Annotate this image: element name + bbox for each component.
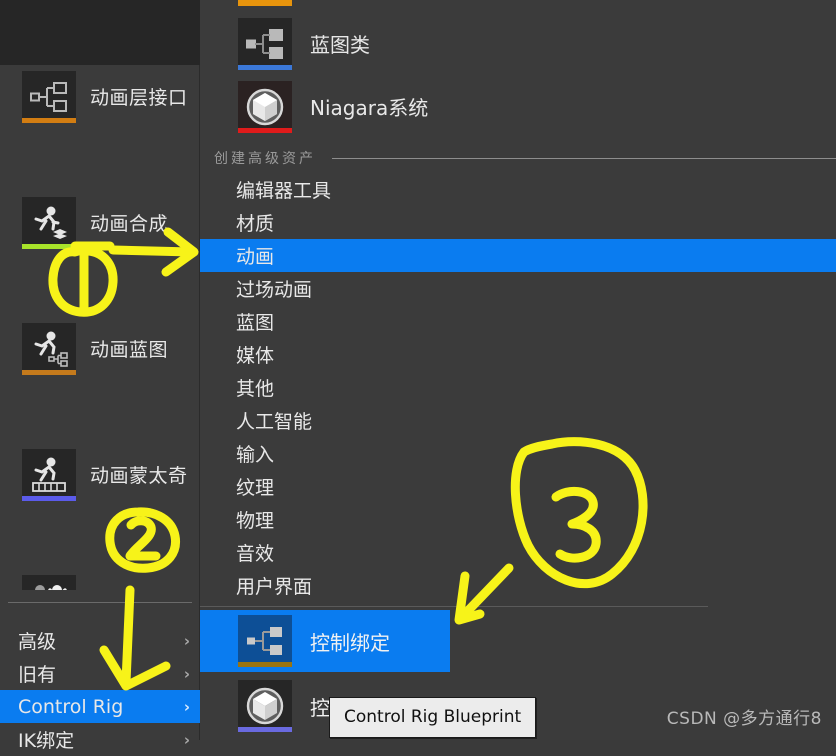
divider bbox=[8, 602, 192, 603]
chevron-right-icon: › bbox=[183, 631, 190, 650]
list-item[interactable]: 蓝图类 bbox=[200, 12, 836, 75]
menu-item-material[interactable]: 材质 bbox=[200, 206, 836, 239]
watermark-text: CSDN @多方通行8 bbox=[666, 709, 822, 729]
list-item-label: 动画层接口 bbox=[90, 87, 188, 109]
menu-item-sounds[interactable]: 音效 bbox=[200, 536, 836, 569]
list-item-label: 动画合成 bbox=[90, 213, 169, 235]
menu-item-label: 人工智能 bbox=[236, 411, 313, 433]
menu-item-media[interactable]: 媒体 bbox=[200, 338, 836, 371]
menu-item-label: 纹理 bbox=[236, 477, 275, 499]
sidebar-item-label: 高级 bbox=[18, 631, 57, 653]
list-item-label: Niagara系统 bbox=[310, 96, 429, 120]
sidebar-item-advanced[interactable]: 高级 › bbox=[0, 624, 200, 657]
menu-item-label: 过场动画 bbox=[236, 279, 313, 301]
sidebar-item-control-rig[interactable]: Control Rig › bbox=[0, 690, 200, 723]
menu-item-label: 物理 bbox=[236, 510, 275, 532]
left-asset-list: 动画层接口 动画合成 动画蓝图 动画蒙太奇 bbox=[0, 65, 200, 590]
menu-item-artificial-intelligence[interactable]: 人工智能 bbox=[200, 404, 836, 437]
menu-item-label: 动画 bbox=[236, 246, 275, 268]
watermark: CSDN @多方通行8 bbox=[667, 704, 822, 729]
menu-item-editor-utilities[interactable]: 编辑器工具 bbox=[200, 173, 836, 206]
menu-item-misc[interactable]: 其他 bbox=[200, 371, 836, 404]
list-item[interactable]: 混合空间 bbox=[0, 569, 200, 590]
screen-root: 动画层接口 动画合成 动画蓝图 动画蒙太奇 高级 › 旧有 › Control … bbox=[0, 0, 836, 752]
chevron-right-icon: › bbox=[183, 664, 190, 683]
menu-item-label: 编辑器工具 bbox=[236, 180, 332, 202]
section-header: 创建高级资产 bbox=[200, 145, 836, 171]
list-item[interactable]: 动画合成 bbox=[0, 191, 200, 254]
section-header-label: 创建高级资产 bbox=[214, 151, 316, 167]
blueprint-node-icon bbox=[238, 615, 292, 667]
partial-asset-color-bar bbox=[238, 0, 292, 6]
menu-item-cinematics[interactable]: 过场动画 bbox=[200, 272, 836, 305]
tooltip-text: Control Rig Blueprint bbox=[344, 707, 522, 727]
menu-item-blueprint[interactable]: 蓝图 bbox=[200, 305, 836, 338]
list-item-label: 控制绑定 bbox=[310, 630, 390, 655]
list-item-control-rig-blueprint[interactable]: 控制绑定 bbox=[200, 610, 450, 672]
left-panel-header-area bbox=[0, 0, 200, 65]
menu-item-input[interactable]: 输入 bbox=[200, 437, 836, 470]
left-submenu-panel: 动画层接口 动画合成 动画蓝图 动画蒙太奇 高级 › 旧有 › Control … bbox=[0, 0, 200, 752]
list-item-label: 蓝图类 bbox=[310, 33, 370, 57]
menu-item-label: 输入 bbox=[236, 444, 275, 466]
menu-item-label: 其他 bbox=[236, 378, 275, 400]
chevron-right-icon: › bbox=[183, 697, 190, 716]
sidebar-item-label: Control Rig bbox=[18, 695, 124, 718]
menu-item-user-interface[interactable]: 用户界面 bbox=[200, 569, 836, 602]
list-item[interactable]: 动画层接口 bbox=[0, 65, 200, 128]
menu-item-textures[interactable]: 纹理 bbox=[200, 470, 836, 503]
sidebar-item-label: 旧有 bbox=[18, 664, 57, 686]
tooltip: Control Rig Blueprint bbox=[329, 697, 537, 738]
cube-sphere-icon bbox=[238, 80, 292, 133]
divider bbox=[332, 157, 836, 159]
menu-item-label: 材质 bbox=[236, 213, 275, 235]
menu-item-label: 音效 bbox=[236, 543, 275, 565]
menu-item-label: 用户界面 bbox=[236, 576, 313, 598]
left-flyout-group: 高级 › 旧有 › Control Rig › IK绑定 › bbox=[0, 590, 200, 752]
list-item-label: 动画蒙太奇 bbox=[90, 465, 188, 487]
menu-item-label: 蓝图 bbox=[236, 312, 275, 334]
sidebar-item-legacy[interactable]: 旧有 › bbox=[0, 657, 200, 690]
menu-item-animation[interactable]: 动画 bbox=[200, 239, 836, 272]
main-context-menu-panel: 蓝图类 Niagara系统 创建高级资产 编辑器工具 材质 动画 过场动画 蓝图… bbox=[200, 0, 836, 740]
menu-item-label: 媒体 bbox=[236, 345, 275, 367]
running-figure-timeline-icon bbox=[22, 448, 76, 501]
main-menu-scroll: 蓝图类 Niagara系统 创建高级资产 编辑器工具 材质 动画 过场动画 蓝图… bbox=[200, 0, 836, 740]
menu-item-physics[interactable]: 物理 bbox=[200, 503, 836, 536]
blueprint-node-icon bbox=[238, 17, 292, 70]
list-item[interactable]: Niagara系统 bbox=[200, 75, 836, 138]
blueprint-node-icon bbox=[22, 70, 76, 123]
divider bbox=[200, 606, 708, 607]
list-item[interactable]: 动画蓝图 bbox=[0, 317, 200, 380]
two-figures-icon bbox=[22, 574, 76, 590]
list-item-label: 动画蓝图 bbox=[90, 339, 169, 361]
running-figure-node-icon bbox=[22, 322, 76, 375]
cube-sphere-icon bbox=[238, 680, 292, 732]
list-item[interactable]: 动画蒙太奇 bbox=[0, 443, 200, 506]
running-figure-layers-icon bbox=[22, 196, 76, 249]
